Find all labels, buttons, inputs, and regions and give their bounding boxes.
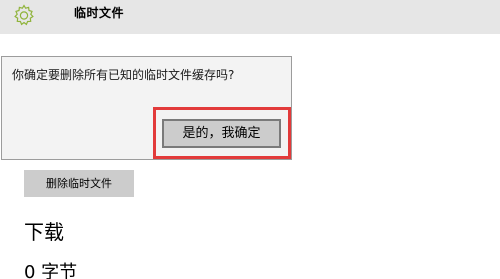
page-title: 临时文件 xyxy=(74,6,125,20)
gear-icon xyxy=(11,2,37,28)
confirm-button[interactable]: 是的，我确定 xyxy=(162,119,281,148)
downloads-heading: 下载 xyxy=(24,220,64,244)
temp-files-page: 临时文件 你确定要删除所有已知的临时文件缓存吗? 是的，我确定 删除临时文件 下… xyxy=(0,0,500,279)
downloads-size: 0 字节 xyxy=(24,262,78,279)
page-header: 临时文件 xyxy=(0,0,500,34)
confirm-message: 你确定要删除所有已知的临时文件缓存吗? xyxy=(12,68,235,82)
delete-temp-files-button[interactable]: 删除临时文件 xyxy=(24,170,134,197)
